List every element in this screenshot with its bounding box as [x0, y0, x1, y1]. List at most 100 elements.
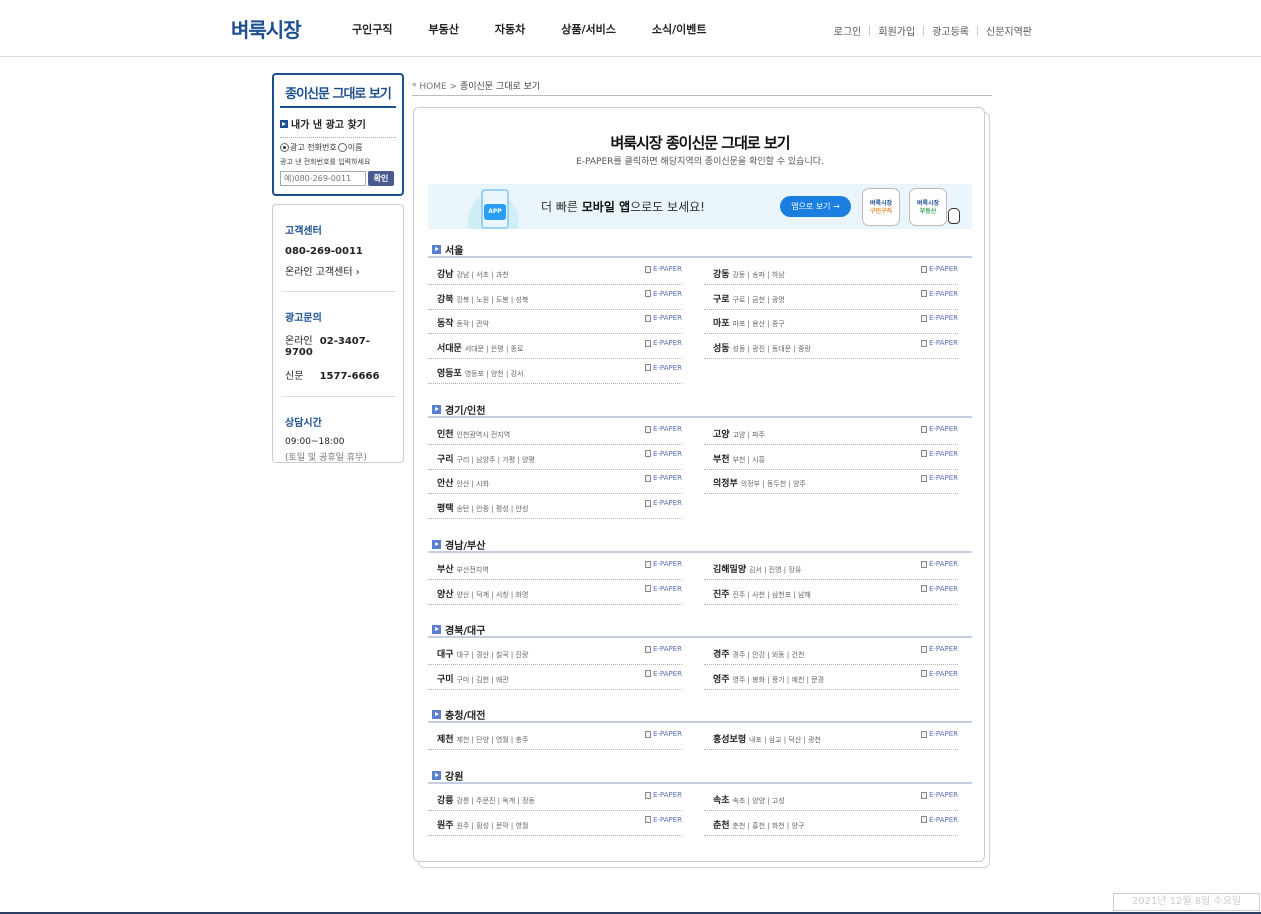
- epaper-link[interactable]: E-PAPER: [644, 474, 682, 482]
- epaper-link[interactable]: E-PAPER: [644, 425, 682, 433]
- page-title: 벼룩시장 종이신문 그대로 보기: [610, 134, 790, 152]
- epaper-link[interactable]: E-PAPER: [644, 450, 682, 458]
- region-item[interactable]: 영주 영주 | 봉화 | 풍기 | 예천 | 문경 E-PAPER: [704, 665, 958, 690]
- epaper-link[interactable]: E-PAPER: [920, 450, 958, 458]
- epaper-link[interactable]: E-PAPER: [644, 730, 682, 738]
- banner-text-pre: 더 빠른: [541, 200, 582, 214]
- confirm-button[interactable]: 확인: [368, 171, 394, 186]
- region-item-areas: 인천광역시 전지역: [456, 431, 511, 439]
- region-item[interactable]: 부산 부산전지역 E-PAPER: [428, 555, 682, 580]
- banner-text-bold: 모바일 앱: [581, 200, 631, 214]
- nav-cars[interactable]: 자동차: [495, 21, 525, 37]
- phone-input[interactable]: [280, 171, 366, 186]
- cs-online-link[interactable]: 온라인 고객센터 ›: [285, 263, 391, 278]
- region-item-label: 제천 제천 | 단양 | 영월 | 충주: [437, 732, 528, 745]
- region-item[interactable]: 안산 안산 | 시화 E-PAPER: [428, 469, 682, 495]
- region-item[interactable]: 대구 대구 | 경산 | 칠곡 | 진량 E-PAPER: [428, 640, 682, 665]
- site-logo[interactable]: 벼룩시장: [231, 14, 302, 43]
- realestate-app-icon[interactable]: 벼룩시장 부동산: [909, 188, 947, 226]
- region-item[interactable]: 의정부 의정부 | 동두천 | 양주 E-PAPER: [704, 469, 958, 495]
- epaper-link[interactable]: E-PAPER: [920, 791, 958, 799]
- epaper-link[interactable]: E-PAPER: [644, 670, 682, 678]
- region-item[interactable]: 속초 속초 | 양양 | 고성 E-PAPER: [704, 786, 958, 811]
- region-item[interactable]: 구리 구리 | 남양주 | 가평 | 양평 E-PAPER: [428, 445, 682, 470]
- epaper-link[interactable]: E-PAPER: [920, 339, 958, 347]
- epaper-link[interactable]: E-PAPER: [644, 645, 682, 653]
- region-item[interactable]: 고양 고양 | 파주 E-PAPER: [704, 420, 958, 445]
- epaper-link[interactable]: E-PAPER: [644, 560, 682, 568]
- region-item[interactable]: 강남 강남 | 서초 | 과천 E-PAPER: [428, 260, 682, 285]
- region-item[interactable]: 구로 구로 | 금천 | 광명 E-PAPER: [704, 285, 958, 310]
- nav-jobs[interactable]: 구인구직: [352, 21, 392, 37]
- breadcrumb-home[interactable]: * HOME: [412, 82, 447, 92]
- region-item-label: 영주 영주 | 봉화 | 풍기 | 예천 | 문경: [713, 672, 824, 685]
- region-item-name: 춘천: [713, 820, 730, 831]
- ad-register-link[interactable]: 광고등록: [932, 23, 969, 38]
- region-header: 충청/대전: [428, 707, 972, 723]
- region-item[interactable]: 영등포 영등포 | 양천 | 강서 E-PAPER: [428, 359, 682, 384]
- radio-name[interactable]: [337, 143, 347, 152]
- region-item-areas: 구로 | 금천 | 광명: [732, 295, 785, 304]
- jobs-app-icon[interactable]: 벼룩시장 구인구직: [862, 188, 900, 226]
- region-item[interactable]: 인천 인천광역시 전지역 E-PAPER: [428, 420, 682, 445]
- region-item[interactable]: 부천 부천 | 시흥 E-PAPER: [704, 445, 958, 470]
- epaper-link[interactable]: E-PAPER: [644, 314, 682, 322]
- region-header: 서울: [428, 242, 972, 258]
- epaper-link[interactable]: E-PAPER: [920, 265, 958, 273]
- epaper-link[interactable]: E-PAPER: [644, 265, 682, 273]
- epaper-label: E-PAPER: [928, 560, 958, 568]
- region-item[interactable]: 양산 양산 | 덕계 | 서창 | 화명 E-PAPER: [428, 580, 682, 605]
- region-item[interactable]: 춘천 춘천 | 홍천 | 화천 | 양구 E-PAPER: [704, 811, 958, 836]
- epaper-link[interactable]: E-PAPER: [920, 730, 958, 738]
- region-item[interactable]: 진주 진주 | 사천 | 삼천포 | 남해 E-PAPER: [704, 580, 958, 605]
- find-form: 확인: [280, 171, 396, 186]
- nav-news[interactable]: 소식/이벤트: [652, 21, 707, 37]
- epaper-link[interactable]: E-PAPER: [920, 314, 958, 322]
- epaper-link[interactable]: E-PAPER: [644, 499, 682, 507]
- region-item[interactable]: 강릉 강릉 | 주문진 | 옥계 | 정동 E-PAPER: [428, 786, 682, 811]
- epaper-label: E-PAPER: [652, 645, 682, 653]
- region-item[interactable]: 경주 경주 | 안강 | 외동 | 건천 E-PAPER: [704, 640, 958, 665]
- epaper-link[interactable]: E-PAPER: [644, 339, 682, 347]
- region-item[interactable]: 서대문 서대문 | 은평 | 종로 E-PAPER: [428, 334, 682, 360]
- nav-realestate[interactable]: 부동산: [428, 21, 458, 37]
- region-item[interactable]: 원주 원주 | 횡성 | 문막 | 영월 E-PAPER: [428, 811, 682, 836]
- epaper-link[interactable]: E-PAPER: [644, 364, 682, 372]
- regional-paper-link[interactable]: 신문지역판: [986, 23, 1032, 38]
- epaper-link[interactable]: E-PAPER: [920, 290, 958, 298]
- epaper-link[interactable]: E-PAPER: [920, 816, 958, 824]
- document-icon: [644, 645, 651, 653]
- radio-phone[interactable]: [280, 143, 289, 152]
- epaper-link[interactable]: E-PAPER: [920, 585, 958, 593]
- open-app-button[interactable]: 앱으로 보기 →: [780, 196, 851, 217]
- region-item[interactable]: 강북 강북 | 노원 | 도봉 | 성북 E-PAPER: [428, 285, 682, 310]
- epaper-label: E-PAPER: [928, 265, 958, 273]
- divider: [869, 25, 871, 36]
- region-name: 경남/부산: [445, 541, 486, 552]
- epaper-link[interactable]: E-PAPER: [644, 816, 682, 824]
- login-link[interactable]: 로그인: [834, 23, 862, 38]
- nav-goods[interactable]: 상품/서비스: [561, 21, 616, 37]
- region-item[interactable]: 홍성보령 내포 | 삼교 | 덕산 | 광천 E-PAPER: [704, 725, 958, 750]
- epaper-link[interactable]: E-PAPER: [920, 560, 958, 568]
- signup-link[interactable]: 회원가입: [878, 23, 915, 38]
- region-item[interactable]: 성동 성동 | 광진 | 동대문 | 중랑 E-PAPER: [704, 334, 958, 360]
- region-item[interactable]: 평택 송탄 | 안중 | 평성 | 안성 E-PAPER: [428, 494, 682, 520]
- epaper-link[interactable]: E-PAPER: [644, 791, 682, 799]
- epaper-link[interactable]: E-PAPER: [920, 670, 958, 678]
- document-icon: [644, 816, 651, 824]
- region-item[interactable]: 강동 강동 | 송파 | 하남 E-PAPER: [704, 260, 958, 285]
- region-item[interactable]: 제천 제천 | 단양 | 영월 | 충주 E-PAPER: [428, 725, 682, 750]
- region-item[interactable]: 구미 구미 | 김천 | 왜관 E-PAPER: [428, 665, 682, 690]
- epaper-link[interactable]: E-PAPER: [920, 474, 958, 482]
- epaper-link[interactable]: E-PAPER: [644, 290, 682, 298]
- region-item[interactable]: 동작 동작 | 관악 E-PAPER: [428, 309, 682, 335]
- region-item[interactable]: 마포 마포 | 용산 | 중구 E-PAPER: [704, 309, 958, 335]
- document-icon: [920, 585, 927, 593]
- paper-view-title[interactable]: 종이신문 그대로 보기: [274, 75, 402, 102]
- epaper-link[interactable]: E-PAPER: [920, 645, 958, 653]
- epaper-link[interactable]: E-PAPER: [644, 585, 682, 593]
- region-item[interactable]: 김해밀양 김서 | 진영 | 장유 E-PAPER: [704, 555, 958, 580]
- epaper-link[interactable]: E-PAPER: [920, 425, 958, 433]
- document-icon: [644, 560, 651, 568]
